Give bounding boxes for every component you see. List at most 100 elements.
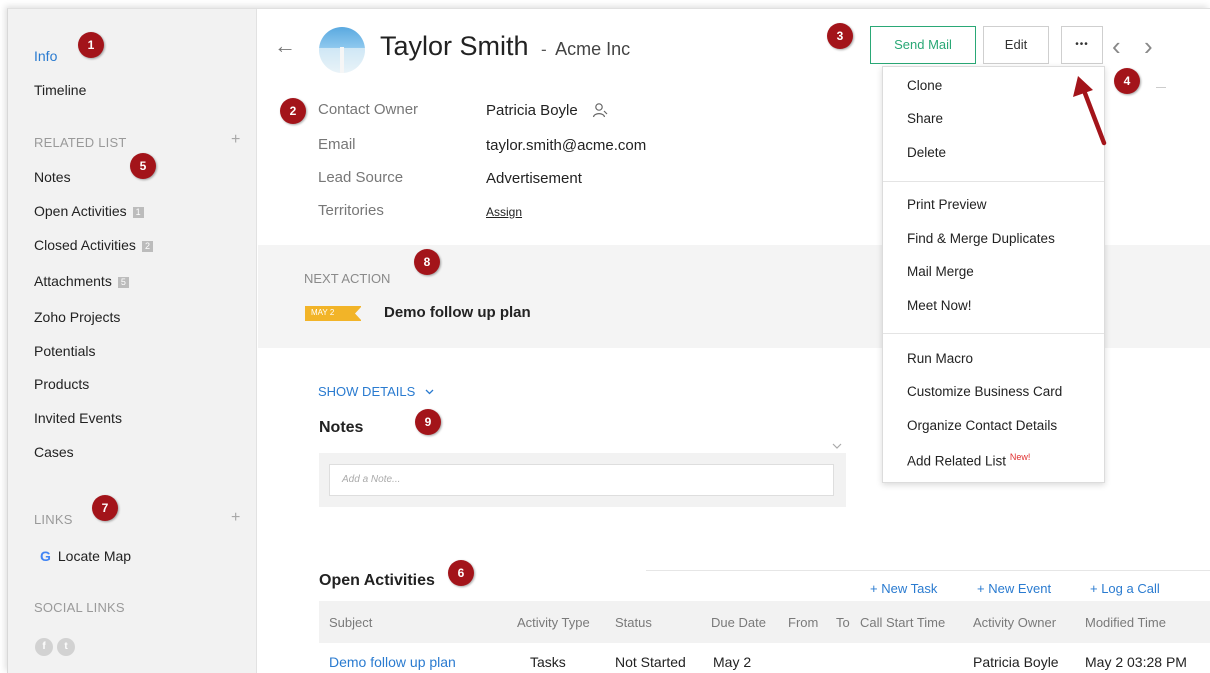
menu-item-clone[interactable]: Clone bbox=[907, 78, 942, 93]
contact-owner-label: Contact Owner bbox=[318, 101, 419, 118]
column-header-subject[interactable]: Subject bbox=[329, 615, 372, 630]
sidebar-item-closed-activities[interactable]: Closed Activities 2 bbox=[34, 237, 153, 253]
callout-badge-1: 1 bbox=[78, 32, 104, 58]
log-a-call-button[interactable]: + Log a Call bbox=[1090, 581, 1160, 596]
sidebar-item-cases[interactable]: Cases bbox=[34, 444, 74, 460]
back-arrow-icon[interactable]: ← bbox=[274, 33, 296, 59]
count-badge: 2 bbox=[141, 241, 153, 252]
new-event-button[interactable]: + New Event bbox=[977, 581, 1051, 596]
add-related-list-label: Add Related List bbox=[907, 453, 1007, 469]
column-header-status[interactable]: Status bbox=[615, 615, 652, 630]
menu-item-share[interactable]: Share bbox=[907, 111, 943, 126]
edit-button[interactable]: Edit bbox=[983, 26, 1049, 64]
google-icon: G bbox=[40, 548, 51, 564]
activity-owner-cell: Patricia Boyle bbox=[973, 654, 1059, 670]
activity-modified-cell: May 2 03:28 PM bbox=[1085, 654, 1187, 670]
email-value[interactable]: taylor.smith@acme.com bbox=[486, 137, 646, 154]
column-header-call-start-time[interactable]: Call Start Time bbox=[860, 615, 945, 630]
facebook-icon[interactable]: f bbox=[35, 638, 53, 656]
new-tag: New! bbox=[1009, 452, 1031, 462]
show-details-link[interactable]: SHOW DETAILS bbox=[318, 384, 434, 399]
more-actions-button[interactable]: ••• bbox=[1061, 26, 1103, 64]
menu-item-print-preview[interactable]: Print Preview bbox=[907, 197, 987, 212]
add-related-list-button[interactable]: + bbox=[231, 131, 240, 149]
callout-badge-9: 9 bbox=[415, 409, 441, 435]
notes-title: Notes bbox=[319, 419, 364, 436]
sidebar-item-info[interactable]: Info bbox=[34, 48, 57, 64]
menu-item-delete[interactable]: Delete bbox=[907, 145, 946, 160]
divider bbox=[1156, 87, 1166, 88]
menu-divider bbox=[883, 333, 1104, 334]
locate-map-link[interactable]: G Locate Map bbox=[40, 548, 131, 564]
menu-item-organize-contact-details[interactable]: Organize Contact Details bbox=[907, 418, 1057, 433]
sidebar-item-label: Attachments bbox=[34, 273, 112, 289]
menu-item-customize-business-card[interactable]: Customize Business Card bbox=[907, 384, 1062, 399]
callout-badge-2: 2 bbox=[280, 98, 306, 124]
sidebar-item-products[interactable]: Products bbox=[34, 376, 89, 392]
sidebar-item-label: Notes bbox=[34, 169, 71, 185]
sidebar-item-label: Open Activities bbox=[34, 203, 127, 219]
collapse-chevron-icon[interactable] bbox=[832, 443, 842, 449]
menu-item-mail-merge[interactable]: Mail Merge bbox=[907, 264, 974, 279]
column-header-modified-time[interactable]: Modified Time bbox=[1085, 615, 1166, 630]
column-header-due-date[interactable]: Due Date bbox=[711, 615, 766, 630]
contact-title: Taylor Smith - Acme Inc bbox=[380, 31, 630, 62]
callout-badge-8: 8 bbox=[414, 249, 440, 275]
twitter-icon[interactable]: t bbox=[57, 638, 75, 656]
column-header-activity-type[interactable]: Activity Type bbox=[517, 615, 590, 630]
date-tag-label: MAY 2 bbox=[311, 308, 335, 317]
next-record-icon[interactable]: › bbox=[1144, 31, 1153, 62]
avatar bbox=[319, 27, 365, 73]
links-header: LINKS bbox=[34, 512, 73, 527]
app-window: Info Timeline RELATED LIST + Notes Open … bbox=[7, 8, 1210, 673]
company-name: Acme Inc bbox=[555, 39, 631, 59]
new-task-button[interactable]: + New Task bbox=[870, 581, 937, 596]
next-action-title[interactable]: Demo follow up plan bbox=[384, 304, 531, 321]
sidebar-item-open-activities[interactable]: Open Activities 1 bbox=[34, 203, 144, 219]
sidebar-item-invited-events[interactable]: Invited Events bbox=[34, 410, 122, 426]
add-link-button[interactable]: + bbox=[231, 509, 240, 527]
show-details-label: SHOW DETAILS bbox=[318, 384, 416, 399]
sidebar-item-label: Closed Activities bbox=[34, 237, 136, 253]
sidebar-item-timeline[interactable]: Timeline bbox=[34, 82, 86, 98]
lead-source-label: Lead Source bbox=[318, 169, 404, 186]
column-header-activity-owner[interactable]: Activity Owner bbox=[973, 615, 1056, 630]
count-badge: 1 bbox=[132, 207, 144, 218]
sidebar-item-attachments[interactable]: Attachments 5 bbox=[34, 273, 129, 289]
previous-record-icon[interactable]: ‹ bbox=[1112, 31, 1121, 62]
activity-status-cell: Not Started bbox=[615, 654, 686, 670]
callout-badge-6: 6 bbox=[448, 560, 474, 586]
locate-map-label: Locate Map bbox=[57, 548, 132, 564]
sidebar: Info Timeline RELATED LIST + Notes Open … bbox=[8, 9, 257, 673]
column-header-from[interactable]: From bbox=[788, 615, 818, 630]
menu-item-meet-now[interactable]: Meet Now! bbox=[907, 298, 972, 313]
annotation-arrow-icon bbox=[1073, 76, 1107, 146]
open-activities-title: Open Activities bbox=[319, 572, 435, 589]
callout-badge-3: 3 bbox=[827, 23, 853, 49]
tag-notch-icon bbox=[355, 306, 362, 321]
callout-badge-7: 7 bbox=[92, 495, 118, 521]
email-label: Email bbox=[318, 136, 356, 153]
menu-item-find-merge-duplicates[interactable]: Find & Merge Duplicates bbox=[907, 231, 1055, 246]
column-header-to[interactable]: To bbox=[836, 615, 850, 630]
menu-item-run-macro[interactable]: Run Macro bbox=[907, 351, 973, 366]
activity-due-date-cell: May 2 bbox=[713, 654, 752, 670]
related-list-header: RELATED LIST bbox=[34, 135, 127, 150]
title-separator: - bbox=[541, 40, 547, 59]
menu-divider bbox=[883, 181, 1104, 182]
callout-badge-4: 4 bbox=[1114, 68, 1140, 94]
contact-owner-value: Patricia Boyle bbox=[486, 102, 608, 119]
sidebar-item-zoho-projects[interactable]: Zoho Projects bbox=[34, 309, 120, 325]
sidebar-item-notes[interactable]: Notes bbox=[34, 169, 71, 185]
count-badge: 5 bbox=[117, 277, 129, 288]
menu-item-add-related-list[interactable]: Add Related List New! bbox=[907, 452, 1030, 469]
sidebar-item-potentials[interactable]: Potentials bbox=[34, 343, 95, 359]
person-icon[interactable] bbox=[592, 102, 608, 118]
activity-subject-link[interactable]: Demo follow up plan bbox=[329, 654, 456, 670]
assign-territory-link[interactable]: Assign bbox=[486, 205, 522, 219]
add-note-placeholder: Add a Note... bbox=[342, 474, 401, 485]
send-mail-button[interactable]: Send Mail bbox=[870, 26, 976, 64]
activity-type-cell: Tasks bbox=[530, 654, 566, 670]
add-note-input[interactable]: Add a Note... bbox=[329, 464, 834, 496]
lead-source-value: Advertisement bbox=[486, 170, 582, 187]
